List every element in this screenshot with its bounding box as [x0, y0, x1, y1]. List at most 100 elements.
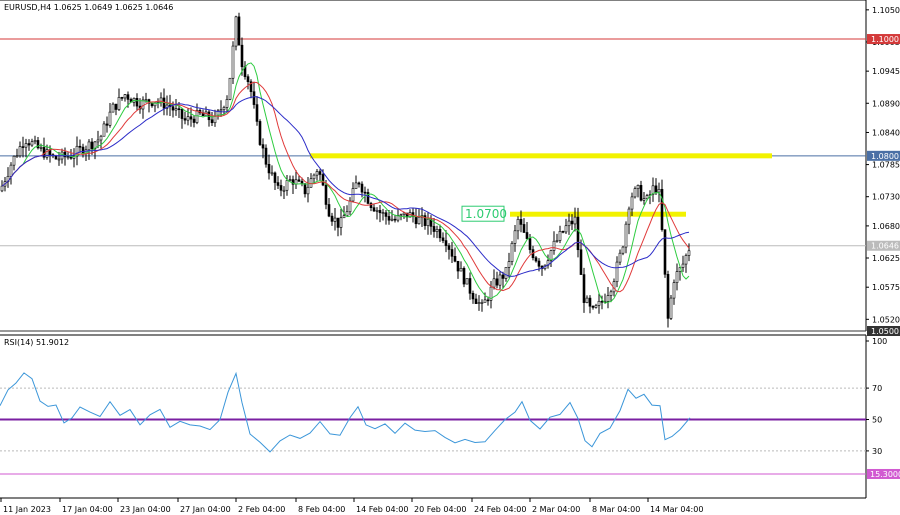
candle-body	[414, 216, 418, 225]
candle-body	[459, 268, 463, 272]
candle-body	[96, 139, 100, 143]
candle-body	[630, 196, 634, 210]
candle-body	[87, 141, 91, 151]
candle-body	[81, 146, 85, 155]
candle-body	[357, 182, 361, 185]
time-tick-label: 8 Mar 04:00	[592, 505, 640, 514]
candle-body	[267, 163, 271, 174]
candle-body	[363, 191, 367, 194]
candle-body	[105, 123, 109, 126]
candle-body	[219, 109, 223, 112]
candle-body	[21, 146, 25, 148]
candle-body	[195, 110, 199, 123]
candle-body	[645, 195, 649, 199]
rsi-header: RSI(14) 51.9012	[4, 338, 69, 347]
candle-body	[534, 257, 538, 262]
time-tick-label: 23 Jan 04:00	[120, 505, 171, 514]
candle-body	[321, 174, 325, 186]
price-tick-label: 1.0840	[872, 128, 900, 137]
candle-body	[222, 107, 226, 110]
rsi-tick-label: 15.3000	[870, 470, 900, 479]
time-tick-label: 2 Mar 04:00	[532, 505, 580, 514]
candle-body	[627, 208, 631, 225]
candle-body	[24, 143, 28, 148]
candle-body	[186, 116, 190, 121]
candle-body	[669, 297, 673, 319]
candle-body	[0, 185, 4, 192]
time-tick-label: 2 Feb 04:00	[238, 505, 285, 514]
candle-body	[567, 220, 571, 227]
candle-body	[126, 94, 130, 100]
candle-body	[66, 156, 70, 159]
candle-body	[162, 97, 166, 109]
candle-body	[150, 102, 154, 107]
price-tick-label: 1.0785	[872, 161, 900, 170]
candle-body	[465, 278, 469, 285]
candle-body	[564, 225, 568, 233]
candle-body	[636, 185, 640, 189]
candle-body	[297, 179, 301, 182]
candle-body	[225, 99, 229, 108]
candle-body	[375, 210, 379, 212]
candle-body	[681, 263, 685, 268]
candle-body	[237, 16, 241, 46]
candle-body	[255, 104, 259, 122]
candle-body	[501, 274, 505, 279]
candle-body	[483, 299, 487, 303]
candle-body	[576, 216, 580, 251]
highlight-zone-1.0700	[510, 211, 686, 217]
candle-body	[600, 300, 604, 303]
candle-body	[192, 118, 196, 123]
price-tick-label: 1.0890	[872, 99, 900, 108]
candle-body	[387, 216, 391, 221]
candle-body	[525, 232, 529, 239]
candle-body	[189, 116, 193, 120]
candle-body	[555, 240, 559, 242]
candle-body	[633, 188, 637, 198]
candle-body	[384, 212, 388, 217]
candle-body	[444, 240, 448, 246]
candle-body	[639, 185, 643, 201]
candle-body	[333, 217, 337, 222]
candle-body	[390, 218, 394, 221]
candle-body	[450, 249, 454, 257]
candle-body	[447, 245, 451, 250]
candle-body	[426, 218, 430, 226]
candle-body	[90, 141, 94, 150]
candle-body	[561, 231, 565, 233]
candle-body	[588, 297, 592, 307]
time-tick-label: 14 Feb 04:00	[356, 505, 408, 514]
candle-body	[246, 76, 250, 83]
candle-body	[354, 182, 358, 189]
candle-body	[177, 108, 181, 110]
candle-body	[276, 182, 280, 186]
candle-body	[324, 184, 328, 205]
candle-body	[477, 302, 481, 304]
time-tick-label: 14 Mar 04:00	[650, 505, 703, 514]
candle-body	[9, 164, 13, 177]
level-tag-text-1.1000: 1.1000	[871, 35, 899, 44]
candle-body	[663, 229, 667, 275]
price-tick-label: 1.0625	[872, 254, 900, 263]
candle-body	[402, 212, 406, 215]
candle-body	[381, 212, 385, 214]
candle-body	[456, 260, 460, 272]
candle-body	[507, 261, 511, 268]
candle-body	[252, 91, 256, 105]
candle-body	[12, 155, 16, 166]
candle-body	[516, 219, 520, 232]
candle-body	[528, 238, 532, 250]
price-tick-label: 1.0680	[872, 222, 900, 231]
candle-body	[339, 217, 343, 228]
candle-body	[306, 186, 310, 195]
time-tick-label: 27 Jan 04:00	[180, 505, 231, 514]
candle-body	[453, 256, 457, 262]
candle-body	[654, 185, 658, 193]
candle-body	[342, 215, 346, 219]
price-tick-label: 1.0575	[872, 283, 900, 292]
candle-body	[312, 174, 316, 180]
candle-body	[513, 230, 517, 244]
candle-body	[510, 242, 514, 262]
candle-body	[135, 98, 139, 107]
zone-label-text: 1.0700	[465, 207, 507, 221]
